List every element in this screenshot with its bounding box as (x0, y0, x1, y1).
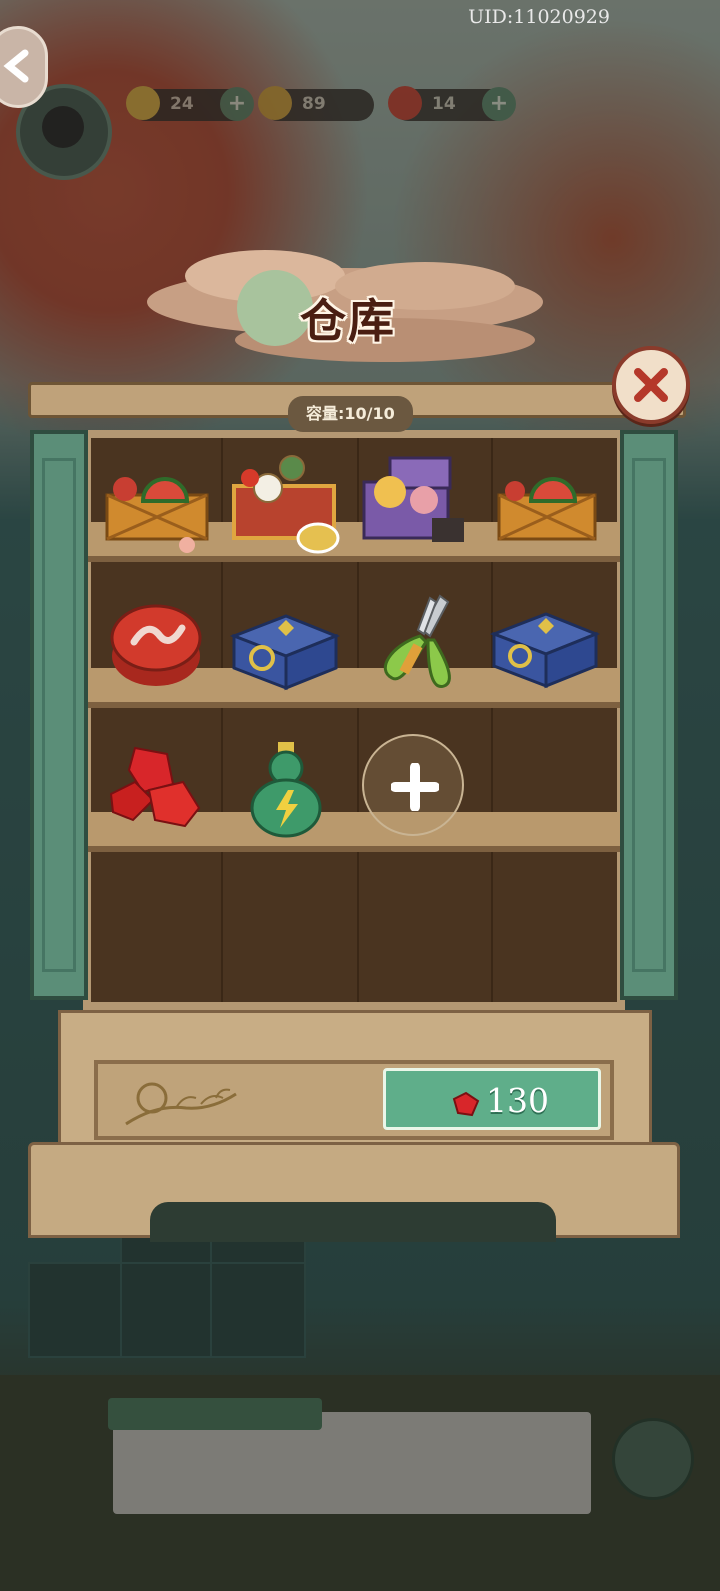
expand-price: 130 (486, 1081, 549, 1120)
fruit-basket-icon (497, 477, 597, 541)
red-tin-item[interactable] (108, 598, 218, 698)
scissors-item[interactable] (370, 590, 480, 690)
pruning-shears-icon (383, 594, 451, 688)
tea-tray-item[interactable] (230, 450, 340, 554)
fruit-basket-item[interactable] (103, 455, 213, 555)
red-tin-icon (110, 604, 202, 686)
gift-box-item[interactable] (360, 452, 470, 552)
blue-chest-icon (229, 614, 341, 691)
energy-gourd-icon (250, 742, 322, 838)
warehouse-title: 仓库 (300, 294, 396, 348)
red-gems-item[interactable] (105, 742, 215, 842)
close-icon (634, 368, 668, 402)
purple-gift-box-icon (362, 456, 464, 542)
close-button[interactable] (612, 346, 690, 424)
blue-chest-icon (489, 612, 601, 689)
fruit-basket-icon (105, 477, 209, 553)
cabinet-door-left (30, 430, 88, 1000)
user-id: UID:11020929 (468, 6, 610, 28)
plus-icon (391, 763, 439, 811)
cabinet-door-right (620, 430, 678, 1000)
capacity-label: 容量:10/10 (288, 396, 413, 432)
energy-gourd-item[interactable] (242, 738, 352, 838)
expand-storage-button[interactable]: 130 (383, 1068, 601, 1130)
tea-tray-icon (232, 455, 340, 554)
floral-carving-icon (125, 1082, 237, 1126)
red-gem-icon (452, 1091, 480, 1117)
red-gems-icon (109, 746, 201, 828)
back-button[interactable] (0, 26, 48, 108)
blue-chest-item[interactable] (489, 598, 601, 698)
add-slot-button[interactable] (362, 734, 464, 836)
back-arrow-icon (3, 49, 29, 83)
blue-chest-open-item[interactable] (228, 596, 341, 696)
fruit-basket-item-2[interactable] (495, 455, 605, 555)
